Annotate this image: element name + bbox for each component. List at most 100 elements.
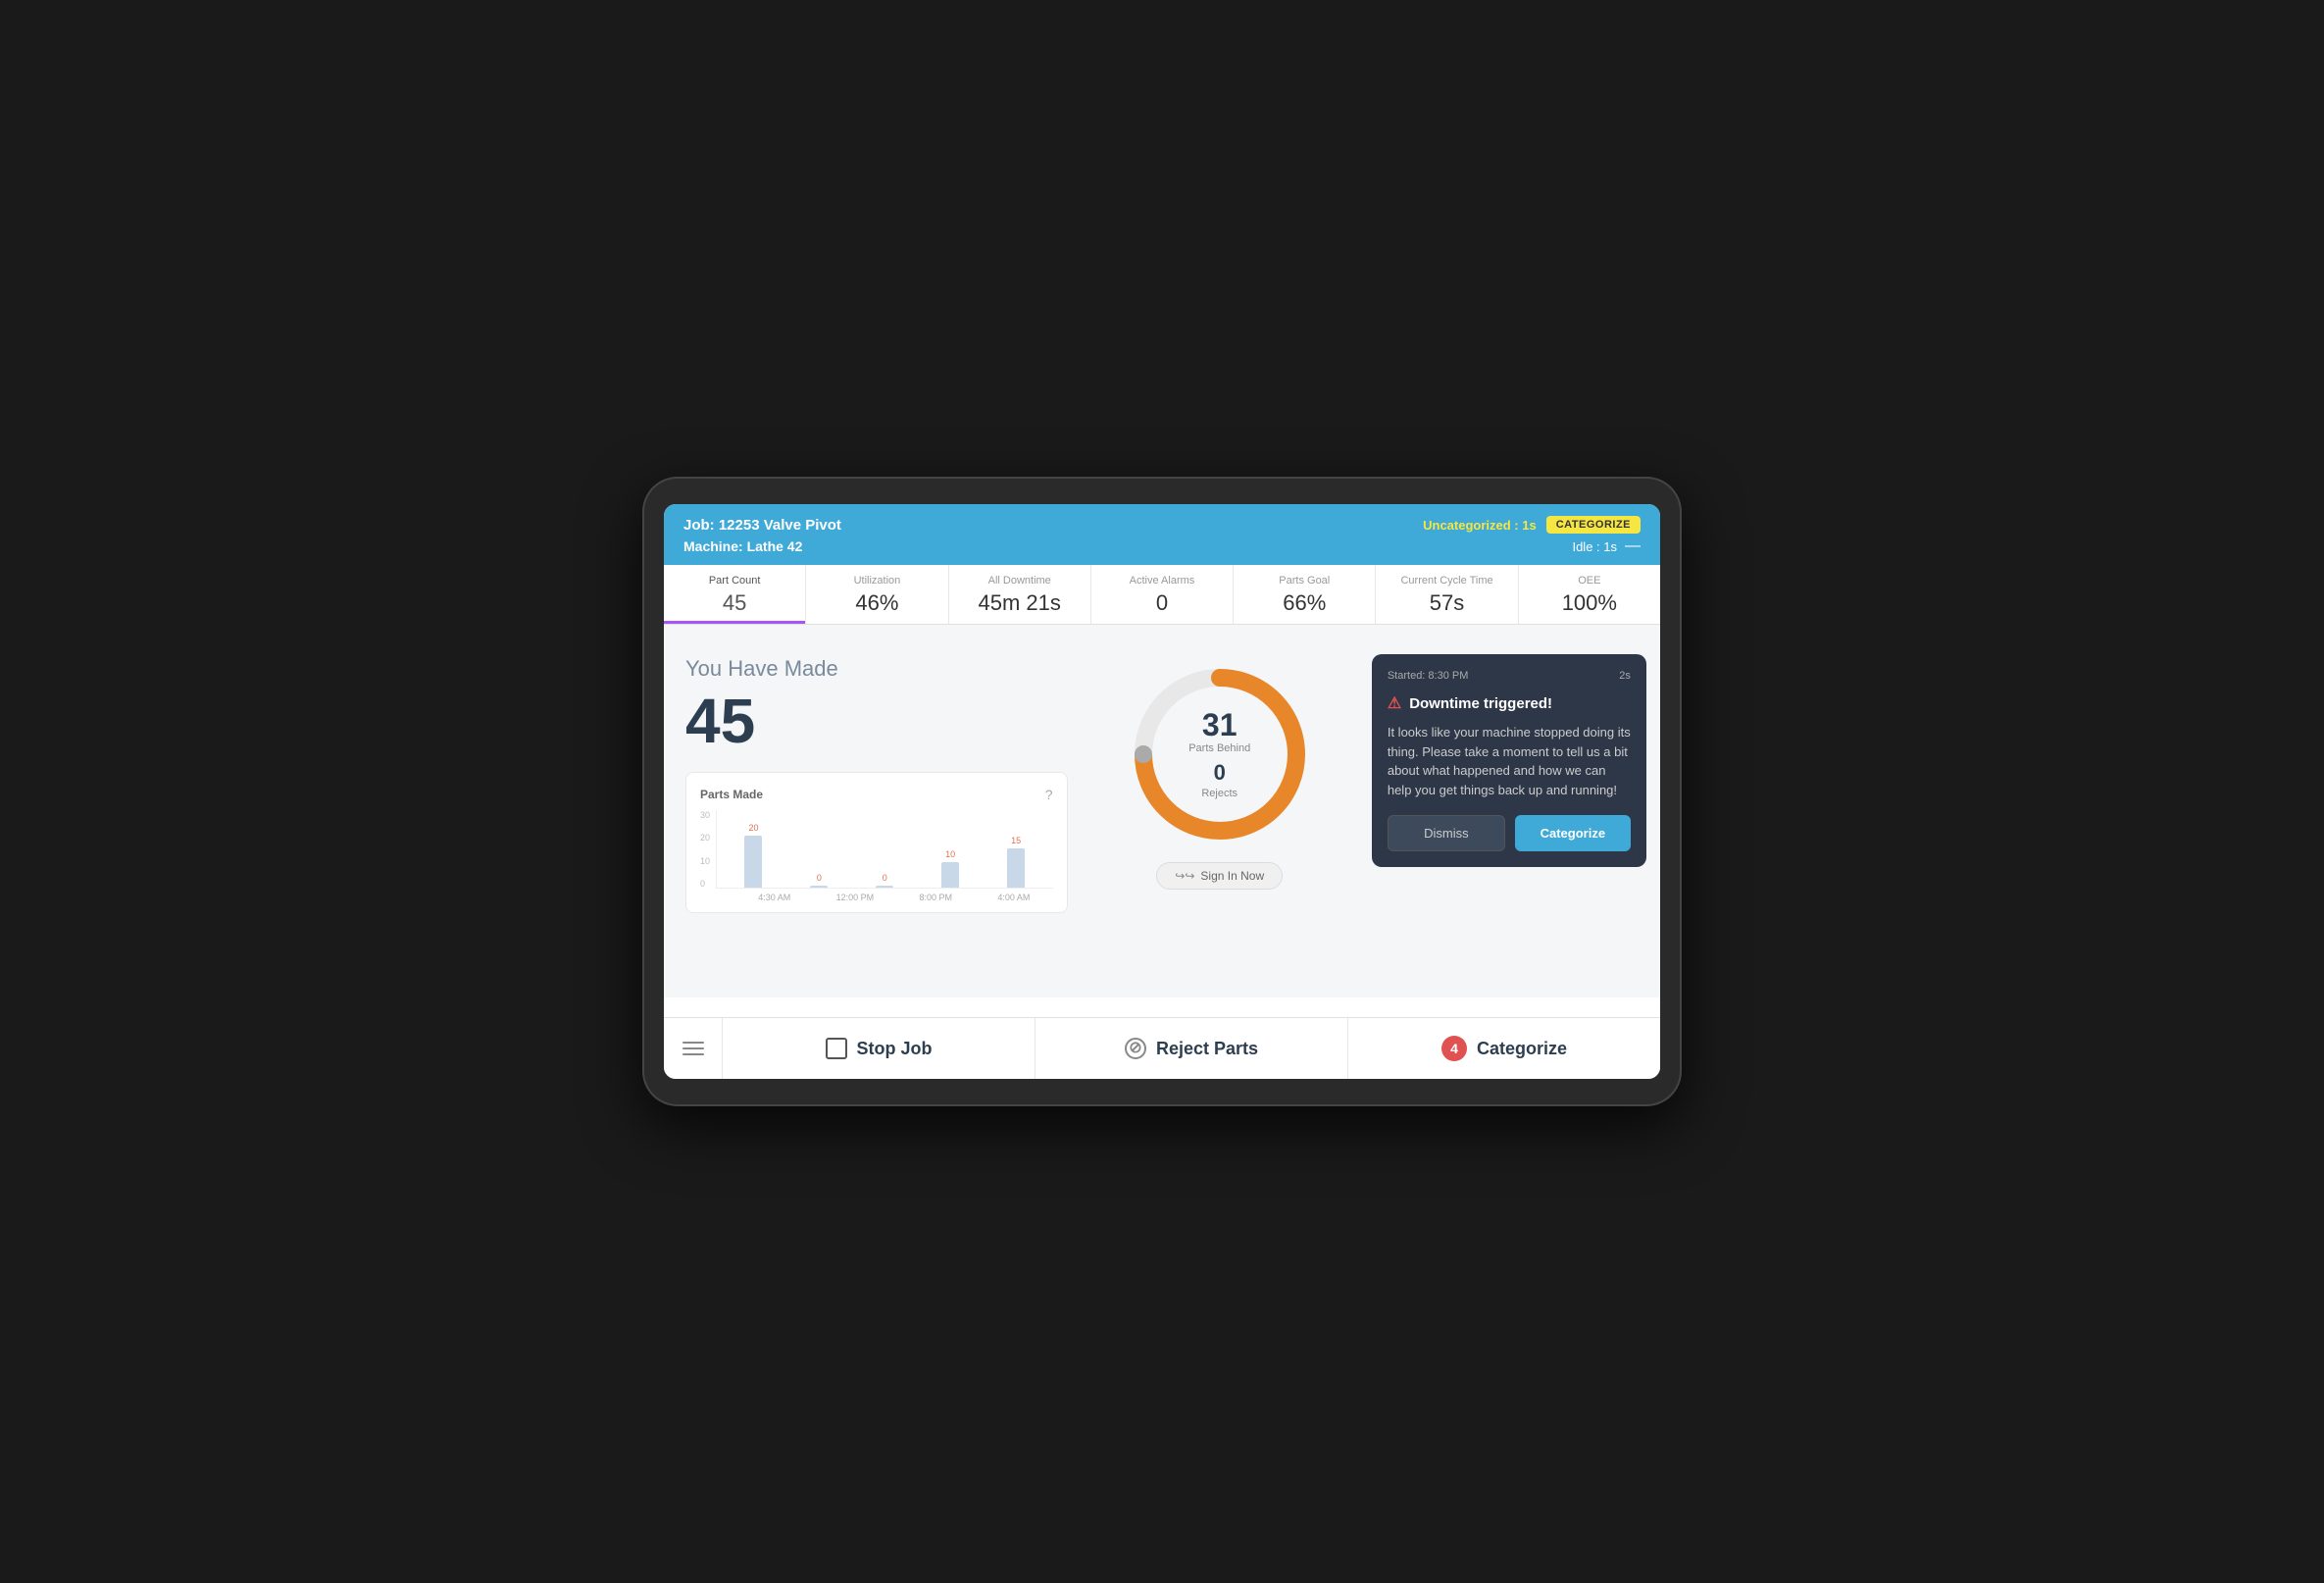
- stop-icon: [826, 1038, 847, 1059]
- idle-text: Idle : 1s: [1572, 539, 1617, 554]
- categorize-badge: 4: [1441, 1036, 1467, 1061]
- stat-parts-goal-label: Parts Goal: [1241, 575, 1367, 587]
- y-label-20: 20: [700, 833, 710, 843]
- dismiss-button[interactable]: Dismiss: [1388, 815, 1505, 851]
- donut-center: 31 Parts Behind 0 Rejects: [1188, 709, 1250, 799]
- idle-dash: —: [1625, 537, 1641, 555]
- bar-4: [1007, 848, 1025, 888]
- popup-elapsed-time: 2s: [1619, 670, 1631, 682]
- stat-all-downtime[interactable]: All Downtime 45m 21s: [949, 565, 1091, 624]
- stat-cycle-time[interactable]: Current Cycle Time 57s: [1376, 565, 1518, 624]
- tablet-frame: Job: 12253 Valve Pivot Uncategorized : 1…: [642, 477, 1682, 1106]
- stat-cycle-time-label: Current Cycle Time: [1384, 575, 1509, 587]
- big-part-count: 45: [685, 689, 1068, 752]
- stat-part-count-value: 45: [672, 590, 797, 616]
- downtime-popup-container: Started: 8:30 PM 2s ⚠ Downtime triggered…: [1372, 646, 1639, 867]
- bar-group-3: 10: [941, 849, 959, 888]
- stop-job-button[interactable]: Stop Job: [723, 1018, 1036, 1079]
- parts-made-chart: Parts Made ? 30 20 10 0: [685, 772, 1068, 913]
- hamburger-line-1: [682, 1042, 704, 1044]
- categorize-header-button[interactable]: CATEGORIZE: [1546, 516, 1641, 534]
- y-label-10: 10: [700, 856, 710, 866]
- content-left: You Have Made 45 Parts Made ? 30 20 1: [685, 646, 1068, 913]
- stat-utilization-value: 46%: [814, 590, 939, 616]
- bar-group-4: 15: [1007, 836, 1025, 888]
- stat-part-count[interactable]: Part Count 45: [664, 565, 806, 624]
- stat-parts-goal-value: 66%: [1241, 590, 1367, 616]
- categorize-popup-button[interactable]: Categorize: [1515, 815, 1631, 851]
- stat-utilization[interactable]: Utilization 46%: [806, 565, 948, 624]
- bar-group-0: 20: [744, 823, 762, 888]
- popup-header: Started: 8:30 PM 2s: [1388, 670, 1631, 682]
- stat-active-alarms-label: Active Alarms: [1099, 575, 1225, 587]
- x-label-4: 4:00 AM: [997, 893, 1030, 902]
- bar-value-0: 20: [748, 823, 758, 833]
- warning-icon: ⚠: [1388, 693, 1401, 713]
- x-label-0: 4:30 AM: [758, 893, 790, 902]
- stat-oee[interactable]: OEE 100%: [1519, 565, 1660, 624]
- stat-all-downtime-value: 45m 21s: [957, 590, 1083, 616]
- x-label-3: 8:00 PM: [919, 893, 952, 902]
- categorize-bottom-button[interactable]: 4 Categorize: [1348, 1018, 1660, 1079]
- x-label-1: 12:00 PM: [836, 893, 875, 902]
- bar-0: [744, 836, 762, 888]
- bar-2: [876, 886, 893, 888]
- downtime-popup: Started: 8:30 PM 2s ⚠ Downtime triggered…: [1372, 654, 1646, 867]
- content-center: 31 Parts Behind 0 Rejects ↪↪ Sign In Now: [1084, 646, 1356, 890]
- parts-behind-label: Parts Behind: [1188, 742, 1250, 754]
- rejects-count: 0: [1188, 760, 1250, 786]
- chart-y-axis: 30 20 10 0: [700, 810, 710, 889]
- stats-bar: Part Count 45 Utilization 46% All Downti…: [664, 565, 1660, 625]
- stat-parts-goal[interactable]: Parts Goal 66%: [1234, 565, 1376, 624]
- popup-title-text: Downtime triggered!: [1409, 695, 1552, 712]
- donut-chart: 31 Parts Behind 0 Rejects: [1122, 656, 1318, 852]
- reject-parts-button[interactable]: ⊘ Reject Parts: [1036, 1018, 1348, 1079]
- stat-all-downtime-label: All Downtime: [957, 575, 1083, 587]
- idle-status: Idle : 1s —: [1572, 537, 1641, 555]
- rejects-label: Rejects: [1188, 788, 1250, 799]
- bar-1: [810, 886, 828, 888]
- sign-in-arrow-icon: ↪↪: [1175, 869, 1194, 883]
- stat-active-alarms[interactable]: Active Alarms 0: [1091, 565, 1234, 624]
- bar-3: [941, 862, 959, 888]
- popup-title: ⚠ Downtime triggered!: [1388, 693, 1631, 713]
- sign-in-button[interactable]: ↪↪ Sign In Now: [1156, 862, 1283, 890]
- hamburger-icon: [682, 1042, 704, 1055]
- chart-title: Parts Made: [700, 788, 763, 801]
- job-title: Job: 12253 Valve Pivot: [683, 517, 841, 534]
- bar-group-1: 0: [810, 873, 828, 888]
- menu-button[interactable]: [664, 1018, 723, 1079]
- stat-cycle-time-value: 57s: [1384, 590, 1509, 616]
- header: Job: 12253 Valve Pivot Uncategorized : 1…: [664, 504, 1660, 565]
- bar-value-2: 0: [883, 873, 887, 883]
- main-content: You Have Made 45 Parts Made ? 30 20 1: [664, 625, 1660, 997]
- y-label-0: 0: [700, 879, 710, 889]
- machine-label: Machine: Lathe 42: [683, 538, 802, 554]
- bottom-bar: Stop Job ⊘ Reject Parts 4 Categorize: [664, 1017, 1660, 1079]
- reject-parts-label: Reject Parts: [1156, 1039, 1258, 1059]
- tablet-screen: Job: 12253 Valve Pivot Uncategorized : 1…: [664, 504, 1660, 1079]
- stat-part-count-label: Part Count: [672, 575, 797, 587]
- popup-body-text: It looks like your machine stopped doing…: [1388, 723, 1631, 799]
- bar-value-4: 15: [1011, 836, 1021, 845]
- chart-help-icon[interactable]: ?: [1045, 787, 1053, 802]
- header-right: Uncategorized : 1s CATEGORIZE: [1423, 516, 1641, 534]
- popup-actions: Dismiss Categorize: [1388, 815, 1631, 851]
- categorize-bottom-label: Categorize: [1477, 1039, 1567, 1059]
- parts-behind-count: 31: [1188, 709, 1250, 740]
- chart-bars-area: 20 0 0: [716, 810, 1053, 889]
- hamburger-line-2: [682, 1047, 704, 1049]
- stop-job-label: Stop Job: [857, 1039, 933, 1059]
- y-label-30: 30: [700, 810, 710, 820]
- bar-value-1: 0: [817, 873, 822, 883]
- stat-utilization-label: Utilization: [814, 575, 939, 587]
- stat-active-alarms-value: 0: [1099, 590, 1225, 616]
- chart-x-axis: 4:30 AM 12:00 PM 8:00 PM 4:00 AM: [716, 889, 1053, 902]
- uncategorized-label: Uncategorized : 1s: [1423, 518, 1537, 533]
- bar-group-2: 0: [876, 873, 893, 888]
- sign-in-label: Sign In Now: [1200, 869, 1264, 883]
- you-have-made-label: You Have Made: [685, 656, 1068, 682]
- hamburger-line-3: [682, 1053, 704, 1055]
- bar-value-3: 10: [945, 849, 955, 859]
- stat-oee-value: 100%: [1527, 590, 1652, 616]
